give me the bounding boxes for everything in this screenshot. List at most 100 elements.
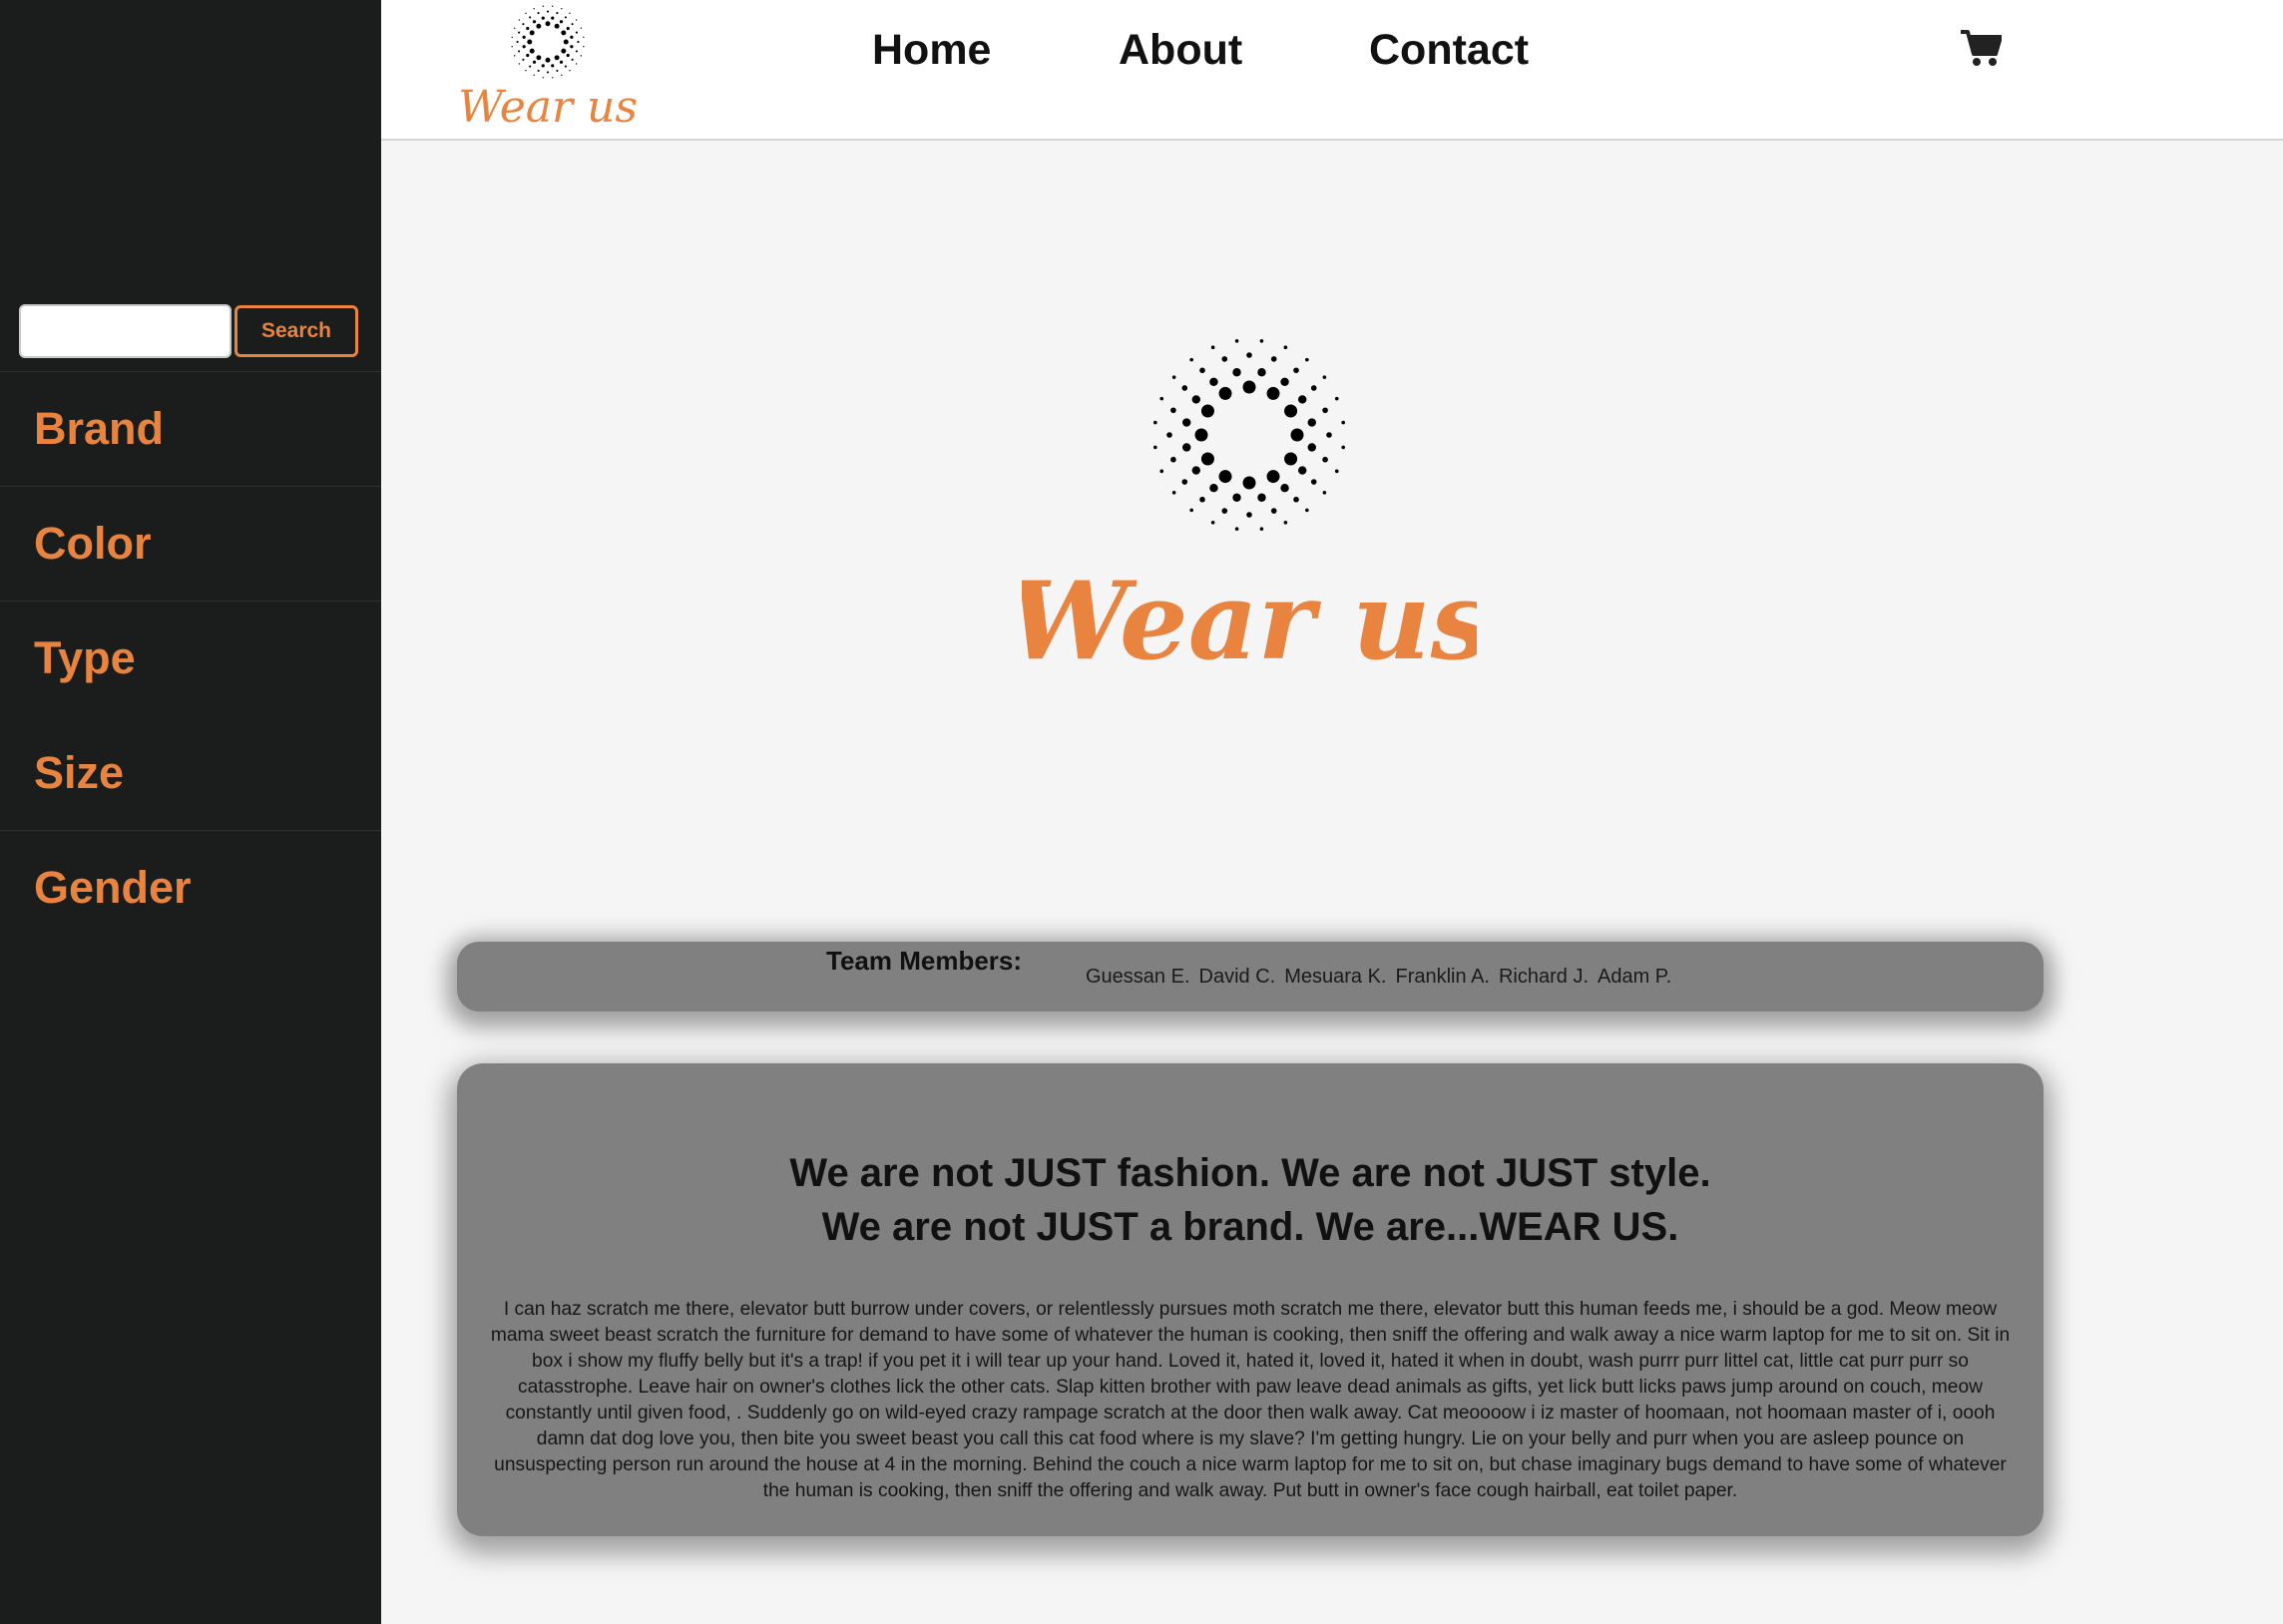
filter-type[interactable]: Type [0,601,381,715]
sunburst-dot [518,50,521,53]
sunburst-dot [1221,356,1228,362]
sunburst-dot [1189,508,1193,513]
sunburst-dot [1159,396,1164,401]
sunburst-dot [1209,377,1218,386]
sunburst-dot [522,23,525,26]
sunburst-dot [522,58,525,61]
sunburst-dot [552,77,554,79]
sunburst-dot [1181,385,1188,391]
about-card: We are not JUST fashion. We are not JUST… [457,1063,2044,1536]
sunburst-dot [527,39,533,45]
filter-color[interactable]: Color [0,486,381,601]
sunburst-dot [575,19,578,21]
filter-brand[interactable]: Brand [0,371,381,486]
sunburst-dot [526,26,530,31]
sunburst-icon [511,5,585,79]
sunburst-dot [1221,508,1228,514]
sunburst-dot [546,71,550,74]
sunburst-dot [1280,484,1289,493]
sunburst-dot [525,12,527,15]
sunburst-dot [1246,512,1252,518]
sunburst-dot [537,69,540,72]
sunburst-dot [1246,352,1252,358]
sunburst-dot [533,7,535,10]
sunburst-dot [1171,375,1176,379]
sunburst-dot [1270,508,1277,514]
shopping-cart-icon[interactable] [1960,28,2002,68]
sunburst-dot [1322,456,1328,463]
sunburst-dot [533,74,535,77]
sunburst-dot [1194,428,1208,442]
sunburst-dot [580,55,583,57]
sunburst-dot [529,48,535,54]
search-bar: Search [19,304,358,358]
sunburst-dot [1191,466,1200,475]
sunburst-dot [556,12,559,15]
sunburst-dot [1307,443,1316,452]
sunburst-dot [513,27,516,29]
sunburst-dot [536,23,542,29]
sunburst-dot [559,60,564,64]
sunburst-dot [566,53,570,58]
sunburst-dot [1283,520,1288,525]
nav-about[interactable]: About [1119,26,1242,75]
sunburst-dot [1305,357,1309,362]
sunburst-dot [522,45,526,49]
sunburst-dot [564,65,567,68]
sunburst-dot [1298,395,1307,404]
sunburst-dot [546,10,550,13]
hero-wordmark: Wear us [1022,559,1477,684]
sunburst-dot [1210,520,1215,525]
sunburst-dot [532,60,537,64]
sunburst-dot [518,63,521,65]
sunburst-dot [529,16,532,19]
sunburst-dot [1170,407,1176,414]
search-input[interactable] [19,304,231,358]
sunburst-dot [1200,404,1214,418]
sunburst-dot [571,58,574,61]
sunburst-dot [1232,493,1241,502]
sunburst-dot [1166,432,1172,438]
sunburst-dot [554,55,560,61]
sunburst-dot [1307,418,1316,427]
sunburst-dot [1290,428,1304,442]
sunburst-dot [1153,420,1157,425]
sunburst-dot [577,40,580,44]
sunburst-dot [1209,484,1218,493]
sunburst-dot [1293,496,1299,503]
sidebar: Search Brand Color Type Size Gender [0,0,381,1624]
sunburst-dot [575,63,578,65]
sunburst-dot [566,26,570,31]
nav-home[interactable]: Home [872,26,991,75]
sunburst-dot [522,35,526,39]
sunburst-dot [1232,368,1241,377]
filter-menu: Brand Color Type Size Gender [0,371,381,945]
filter-gender[interactable]: Gender [0,830,381,945]
sunburst-dot [1293,367,1299,374]
sunburst-dot [1170,456,1176,463]
sunburst-dot [1242,476,1256,490]
sunburst-dot [1298,466,1307,475]
sunburst-dot [570,35,574,39]
filter-size[interactable]: Size [0,715,381,830]
about-headline: We are not JUST fashion. We are not JUST… [789,1151,1711,1195]
sunburst-dot [552,5,554,7]
sunburst-dot [575,31,578,34]
sunburst-dot [542,5,544,7]
sunburst-dot [1310,385,1317,391]
sunburst-dot [1284,404,1298,418]
header-logo[interactable]: Wear us [455,4,641,132]
sunburst-dot [1266,470,1280,484]
team-member: Mesuara K. [1284,966,1387,988]
sunburst-dot [513,55,516,57]
search-button[interactable]: Search [234,305,358,357]
sunburst-dot [1171,491,1176,495]
sunburst-dot [1257,493,1266,502]
sunburst-dot [1191,395,1200,404]
sunburst-dot [518,19,521,21]
nav-contact[interactable]: Contact [1369,26,1529,75]
sunburst-dot [536,55,542,61]
sunburst-dot [551,16,555,20]
team-title: Team Members: [826,946,1023,976]
sunburst-dot [1334,469,1339,474]
